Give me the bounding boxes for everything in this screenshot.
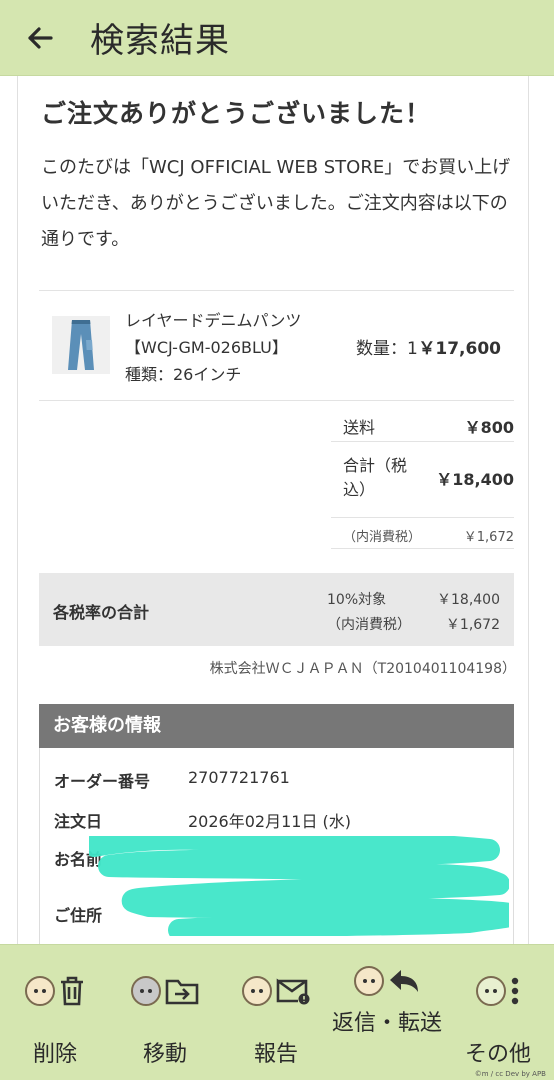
summary-value: ￥18,400 [436,470,514,489]
character-icon [131,976,161,1006]
product-code: 【WCJ-GM-026BLU】 [125,338,288,357]
total-row: 合計（税込） ￥18,400 [331,442,514,518]
consumption-tax-row: （内消費税） ￥1,672 [331,518,514,549]
customer-info-heading: お客様の情報 [39,704,514,748]
move-button[interactable]: 移動 [110,945,220,1080]
redaction-scribble [89,836,509,936]
more-vertical-icon [511,977,519,1005]
reply-icon [390,970,418,992]
character-icon [25,976,55,1006]
order-date-value: 2026年02月11日 (水) [188,812,352,831]
summary-value: ￥800 [464,418,514,437]
tax-label: 10%対象 [327,592,387,608]
toolbar-label: 報告 [253,1042,298,1067]
divider [39,400,514,401]
mail-body: ご注文ありがとうございました！ このたびは「WCJ OFFICIAL WEB S… [19,76,528,944]
company-name: 株式会社ＷＣＪＡＰＡＮ（T2010401104198） [209,661,516,677]
back-button[interactable] [0,0,80,76]
thanks-heading: ご注文ありがとうございました！ [41,99,432,128]
intro-text: このたびは「WCJ OFFICIAL WEB STORE」でお買い上げいただき、… [41,157,511,250]
delete-button[interactable]: 削除 [0,945,110,1080]
bottom-toolbar: 削除 移動 報告 返信・転送 その他 ©m / cc Dev by APB [0,944,554,1080]
trash-icon [61,976,83,1006]
character-icon [476,976,506,1006]
folder-move-icon [165,979,199,1005]
product-image[interactable] [52,316,110,374]
arrow-left-icon [28,26,53,49]
order-date-label: 注文日 [54,812,103,831]
character-icon [242,976,272,1006]
order-number-value: 2707721761 [188,768,290,787]
summary-label: （内消費税） [343,530,422,545]
mail-alert-icon [276,978,310,1005]
scroll-rail[interactable] [528,76,554,944]
reply-forward-button[interactable]: 返信・転送 [332,945,442,1080]
tax-label: （内消費税） [327,617,411,633]
product-variant: 種類：26インチ [125,365,242,384]
tax-title: 各税率の合計 [53,603,150,622]
divider [39,290,514,291]
order-number-label: オーダー番号 [54,772,151,791]
toolbar-label: 返信・転送 [332,1011,443,1036]
app-header: 検索結果 [0,0,554,76]
toolbar-label: その他 [464,1042,531,1067]
left-margin [0,76,18,944]
summary-label: 送料 [343,418,376,437]
summary-label: 合計（税込） [343,456,408,499]
page-title: 検索結果 [90,21,230,61]
tax-value: ￥1,672 [445,617,500,633]
product-quantity: 数量：1 [356,339,418,359]
summary-value: ￥1,672 [463,530,514,545]
toolbar-label: 移動 [142,1042,187,1067]
product-name: レイヤードデニムパンツ [125,311,302,330]
more-button[interactable]: その他 [443,945,553,1080]
character-icon [354,966,384,996]
product-price: ￥17,600 [418,339,501,359]
tax-rate-summary: 各税率の合計 10%対象 ￥18,400 （内消費税） ￥1,672 [39,573,514,646]
credit-text: ©m / cc Dev by APB [474,1070,546,1078]
toolbar-label: 削除 [32,1042,77,1067]
tax-value: ￥18,400 [437,592,500,608]
shipping-row: 送料 ￥800 [331,407,514,442]
report-button[interactable]: 報告 [221,945,331,1080]
mail-viewport[interactable]: ご注文ありがとうございました！ このたびは「WCJ OFFICIAL WEB S… [0,76,554,944]
